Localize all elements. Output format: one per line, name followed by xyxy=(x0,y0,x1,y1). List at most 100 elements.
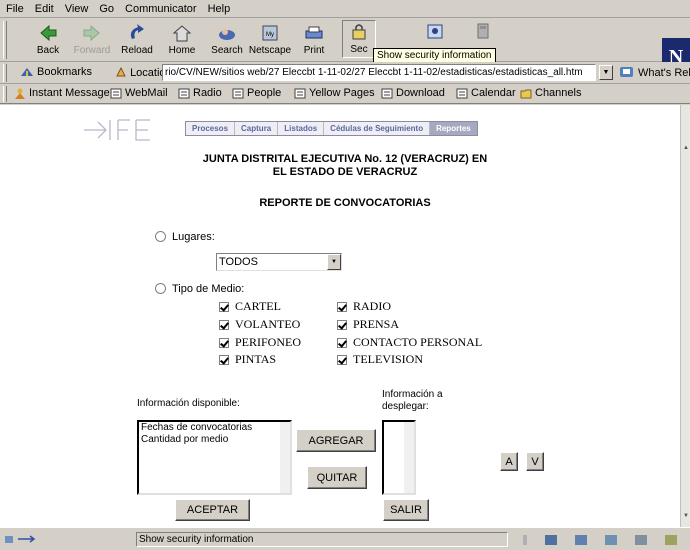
forward-button[interactable]: Forward xyxy=(70,20,114,58)
info-disponible-list[interactable]: Fechas de convocatorias Cantidad por med… xyxy=(137,420,292,495)
print-icon xyxy=(305,26,323,39)
yellow-pages-link[interactable]: Yellow Pages xyxy=(294,87,375,99)
info-desplegar-list[interactable] xyxy=(382,420,416,495)
edit-icon[interactable] xyxy=(665,534,677,545)
whats-related-button[interactable]: What's Related xyxy=(619,66,690,79)
menu-help[interactable]: Help xyxy=(208,3,231,15)
checkbox-box[interactable] xyxy=(219,301,229,312)
instant-message-icon xyxy=(15,88,25,99)
reload-button[interactable]: Reload xyxy=(115,20,159,58)
menu-file[interactable]: File xyxy=(6,3,24,15)
menu-view[interactable]: View xyxy=(65,3,89,15)
list-item[interactable]: Cantidad por medio xyxy=(139,434,290,446)
netscape-button[interactable]: My Netscape xyxy=(248,20,292,58)
webmail-label: WebMail xyxy=(125,87,168,99)
tab-cedulas-de-seguimiento[interactable]: Cédulas de Seguimiento xyxy=(324,122,431,135)
checkbox-pintas[interactable]: PINTAS xyxy=(219,352,276,367)
webmail-link[interactable]: WebMail xyxy=(110,87,168,99)
salir-button[interactable]: SALIR xyxy=(383,499,429,521)
stop-icon[interactable] xyxy=(472,21,494,41)
navigator-icon[interactable] xyxy=(545,534,557,545)
print-button[interactable]: Print xyxy=(292,20,336,58)
url-input[interactable]: rio/CV/NEW/sitios web/27 Eleccbt 1-11-02… xyxy=(162,64,596,81)
list-scrollbar[interactable] xyxy=(280,422,290,493)
address-book-icon[interactable] xyxy=(635,534,647,545)
menu-bar: File Edit View Go Communicator Help xyxy=(0,0,690,18)
calendar-label: Calendar xyxy=(471,87,516,99)
lugares-select[interactable]: TODOS ▼ xyxy=(216,253,342,271)
checkbox-radio[interactable]: RADIO xyxy=(337,299,391,314)
tab-reportes[interactable]: Reportes xyxy=(430,122,477,135)
scroll-up-icon[interactable]: ▲ xyxy=(682,145,690,155)
list-item[interactable]: Fechas de convocatorias xyxy=(139,422,290,434)
url-dropdown-button[interactable]: ▼ xyxy=(599,65,613,80)
bookmarks-label: Bookmarks xyxy=(37,66,93,78)
composer-icon[interactable] xyxy=(605,534,617,545)
netscape-label: Netscape xyxy=(248,45,292,56)
checkbox-box[interactable] xyxy=(337,319,347,330)
bookmarks-button[interactable]: Bookmarks xyxy=(20,66,92,78)
move-up-button[interactable]: A xyxy=(500,452,518,471)
lugares-radio[interactable] xyxy=(155,231,166,242)
tipo-medio-label: Tipo de Medio: xyxy=(172,283,245,295)
checkbox-label: PRENSA xyxy=(353,317,400,331)
scroll-down-icon[interactable]: ▼ xyxy=(682,513,690,523)
bookmark-page-icon xyxy=(294,88,306,98)
security-lock-icon xyxy=(352,24,366,40)
download-label: Download xyxy=(396,87,445,99)
download-link[interactable]: Download xyxy=(381,87,445,99)
checkbox-box[interactable] xyxy=(337,301,347,312)
whats-related-label: What's Related xyxy=(638,66,690,79)
personal-grip[interactable] xyxy=(3,86,7,102)
page-proxy-icon[interactable] xyxy=(115,66,127,78)
instant-message-link[interactable]: Instant Message xyxy=(14,87,110,99)
checkbox-box[interactable] xyxy=(219,337,229,348)
security-status-icon[interactable] xyxy=(4,533,44,545)
checkbox-television[interactable]: TELEVISION xyxy=(337,352,423,367)
navigation-toolbar: Back Forward Reload Home Search My Netsc… xyxy=(0,18,690,76)
checkbox-box[interactable] xyxy=(337,337,347,348)
shop-icon[interactable] xyxy=(424,21,446,41)
checkbox-box[interactable] xyxy=(219,354,229,365)
aceptar-button[interactable]: ACEPTAR xyxy=(175,499,250,521)
agregar-button[interactable]: AGREGAR xyxy=(296,429,376,452)
people-link[interactable]: People xyxy=(232,87,281,99)
checkbox-cartel[interactable]: CARTEL xyxy=(219,299,281,314)
checkbox-box[interactable] xyxy=(337,354,347,365)
vertical-scrollbar[interactable]: ▲ ▼ xyxy=(680,105,690,527)
people-label: People xyxy=(247,87,282,99)
quitar-button[interactable]: QUITAR xyxy=(307,466,367,489)
back-label: Back xyxy=(36,45,60,56)
checkbox-contacto-personal[interactable]: CONTACTO PERSONAL xyxy=(337,335,482,350)
list-scrollbar[interactable] xyxy=(404,422,414,493)
instant-message-label: Instant Message xyxy=(29,87,110,99)
menu-edit[interactable]: Edit xyxy=(35,3,54,15)
move-down-button[interactable]: V xyxy=(526,452,544,471)
location-grip[interactable] xyxy=(3,64,7,82)
checkbox-box[interactable] xyxy=(219,319,229,330)
svg-text:My: My xyxy=(266,32,274,38)
mail-icon[interactable] xyxy=(575,534,587,545)
radio-link[interactable]: Radio xyxy=(178,87,222,99)
menu-communicator[interactable]: Communicator xyxy=(125,3,197,15)
home-button[interactable]: Home xyxy=(160,20,204,58)
tab-captura[interactable]: Captura xyxy=(235,122,279,135)
checkbox-prensa[interactable]: PRENSA xyxy=(337,317,399,332)
calendar-link[interactable]: Calendar xyxy=(456,87,516,99)
checkbox-perifoneo[interactable]: PERIFONEO xyxy=(219,335,301,350)
channels-link[interactable]: Channels xyxy=(520,87,581,99)
channels-label: Channels xyxy=(535,87,582,99)
component-bar xyxy=(514,532,686,547)
report-title: REPORTE DE CONVOCATORIAS xyxy=(259,197,431,209)
search-button[interactable]: Search xyxy=(205,20,249,58)
back-button[interactable]: Back xyxy=(26,20,70,58)
tipo-medio-radio[interactable] xyxy=(155,283,166,294)
tab-listados[interactable]: Listados xyxy=(278,122,325,135)
menu-go[interactable]: Go xyxy=(99,3,114,15)
tab-procesos[interactable]: Procesos xyxy=(186,122,236,135)
security-button[interactable]: Sec xyxy=(342,20,376,58)
toolbar-grip[interactable] xyxy=(3,21,7,59)
chevron-down-icon[interactable]: ▼ xyxy=(327,254,341,270)
checkbox-volanteo[interactable]: VOLANTEO xyxy=(219,317,300,332)
section-nav: Procesos Captura Listados Cédulas de Seg… xyxy=(185,121,478,136)
